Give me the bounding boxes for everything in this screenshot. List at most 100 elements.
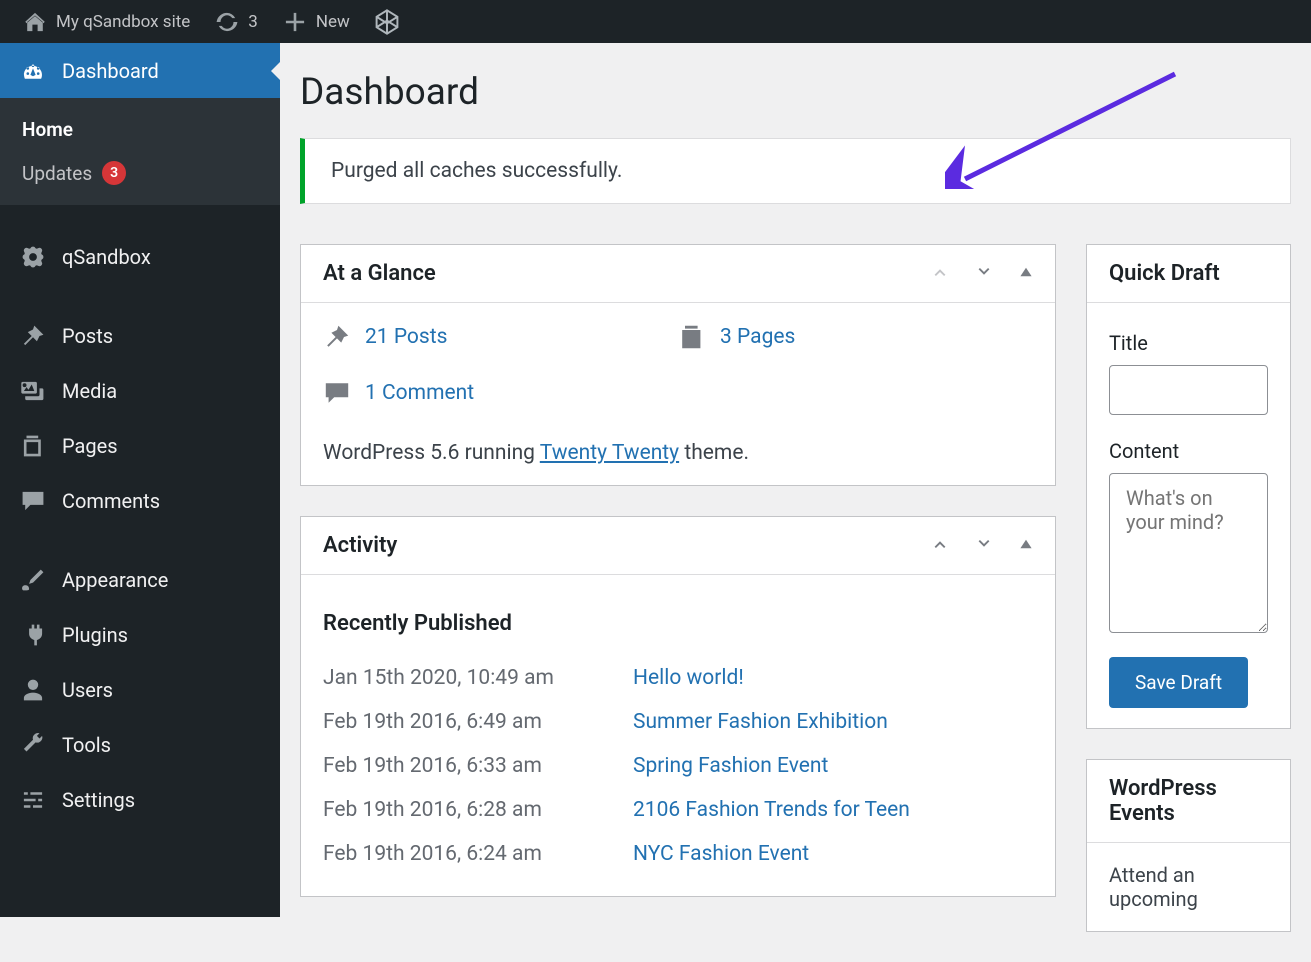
wrench-icon — [20, 732, 46, 758]
menu-label: Media — [62, 379, 117, 403]
comment-icon — [323, 379, 351, 407]
menu-settings[interactable]: Settings — [0, 772, 280, 827]
success-notice: Purged all caches successfully. — [300, 138, 1291, 204]
menu-label: Appearance — [62, 568, 168, 592]
title-label: Title — [1109, 331, 1268, 355]
activity-link[interactable]: Hello world! — [633, 666, 744, 690]
events-box: WordPress Events Attend an upcoming — [1086, 759, 1291, 932]
activity-title: Activity — [323, 533, 397, 558]
admin-toolbar: My qSandbox site 3 New — [0, 0, 1311, 43]
activity-row: Feb 19th 2016, 6:49 am Summer Fashion Exh… — [323, 700, 1033, 744]
dashboard-icon — [20, 58, 46, 84]
brush-icon — [20, 567, 46, 593]
recently-published-title: Recently Published — [323, 611, 1033, 636]
draft-title-input[interactable] — [1109, 365, 1268, 415]
cache-count: 3 — [248, 12, 258, 32]
sg-optimizer[interactable] — [362, 0, 412, 43]
menu-label: Plugins — [62, 623, 128, 647]
activity-link[interactable]: Summer Fashion Exhibition — [633, 710, 888, 734]
posts-link[interactable]: 21 Posts — [365, 325, 447, 349]
home-icon — [22, 9, 48, 35]
glance-posts: 21 Posts — [323, 323, 678, 351]
menu-appearance[interactable]: Appearance — [0, 552, 280, 607]
user-icon — [20, 677, 46, 703]
menu-label: Posts — [62, 324, 113, 348]
activity-link[interactable]: 2106 Fashion Trends for Teen — [633, 798, 910, 822]
plus-icon — [282, 9, 308, 35]
cache-refresh[interactable]: 3 — [202, 0, 270, 43]
glance-title: At a Glance — [323, 261, 436, 286]
menu-media[interactable]: Media — [0, 363, 280, 418]
sliders-icon — [20, 787, 46, 813]
pages-icon — [678, 323, 706, 351]
menu-users[interactable]: Users — [0, 662, 280, 717]
activity-link[interactable]: Spring Fashion Event — [633, 754, 828, 778]
menu-dashboard[interactable]: Dashboard — [0, 43, 280, 98]
menu-label: Users — [62, 678, 113, 702]
events-text: Attend an upcoming — [1109, 863, 1268, 911]
content-area: Dashboard Purged all caches successfully… — [280, 43, 1311, 917]
theme-link[interactable]: Twenty Twenty — [540, 441, 679, 465]
activity-row: Jan 15th 2020, 10:49 am Hello world! — [323, 656, 1033, 700]
pages-link[interactable]: 3 Pages — [720, 325, 795, 349]
activity-date: Jan 15th 2020, 10:49 am — [323, 666, 573, 690]
quick-draft-box: Quick Draft Title Content Save Draft — [1086, 244, 1291, 729]
activity-date: Feb 19th 2016, 6:24 am — [323, 842, 573, 866]
activity-row: Feb 19th 2016, 6:28 am 2106 Fashion Trend… — [323, 788, 1033, 832]
activity-date: Feb 19th 2016, 6:49 am — [323, 710, 573, 734]
activity-link[interactable]: NYC Fashion Event — [633, 842, 809, 866]
content-label: Content — [1109, 439, 1268, 463]
menu-label: Tools — [62, 733, 111, 757]
menu-plugins[interactable]: Plugins — [0, 607, 280, 662]
menu-posts[interactable]: Posts — [0, 308, 280, 363]
submenu-home[interactable]: Home — [0, 108, 280, 151]
updates-badge: 3 — [102, 161, 126, 185]
menu-comments[interactable]: Comments — [0, 473, 280, 528]
gear-icon — [20, 244, 46, 270]
refresh-icon — [214, 9, 240, 35]
events-title: WordPress Events — [1109, 776, 1268, 826]
submenu-updates[interactable]: Updates 3 — [0, 151, 280, 195]
menu-label: qSandbox — [62, 245, 151, 269]
plug-icon — [20, 622, 46, 648]
activity-row: Feb 19th 2016, 6:33 am Spring Fashion Eve… — [323, 744, 1033, 788]
quick-draft-title: Quick Draft — [1109, 261, 1220, 286]
media-icon — [20, 378, 46, 404]
menu-label: Dashboard — [62, 59, 159, 83]
menu-label: Settings — [62, 788, 135, 812]
pages-icon — [20, 433, 46, 459]
menu-qsandbox[interactable]: qSandbox — [0, 229, 280, 284]
activity-date: Feb 19th 2016, 6:33 am — [323, 754, 573, 778]
site-name: My qSandbox site — [56, 12, 190, 32]
draft-content-input[interactable] — [1109, 473, 1268, 633]
new-label: New — [316, 12, 350, 32]
menu-pages[interactable]: Pages — [0, 418, 280, 473]
activity-box: Activity Recently Published Jan 15th 202… — [300, 516, 1056, 897]
toggle-icon[interactable] — [1019, 264, 1033, 283]
sg-icon — [374, 9, 400, 35]
move-down-icon[interactable] — [975, 263, 993, 285]
move-up-icon[interactable] — [931, 263, 949, 285]
pin-icon — [323, 323, 351, 351]
activity-list: Jan 15th 2020, 10:49 am Hello world! Feb 1… — [323, 656, 1033, 876]
site-link[interactable]: My qSandbox site — [10, 0, 202, 43]
move-up-icon[interactable] — [931, 535, 949, 557]
glance-pages: 3 Pages — [678, 323, 1033, 351]
pin-icon — [20, 323, 46, 349]
submenu-dashboard: Home Updates 3 — [0, 98, 280, 205]
menu-label: Pages — [62, 434, 118, 458]
comments-link[interactable]: 1 Comment — [365, 381, 474, 405]
menu-tools[interactable]: Tools — [0, 717, 280, 772]
move-down-icon[interactable] — [975, 535, 993, 557]
save-draft-button[interactable]: Save Draft — [1109, 657, 1248, 708]
admin-sidebar: Dashboard Home Updates 3 qSandbox Posts … — [0, 43, 280, 917]
at-a-glance-box: At a Glance 21 Posts — [300, 244, 1056, 486]
menu-label: Comments — [62, 489, 160, 513]
toggle-icon[interactable] — [1019, 536, 1033, 555]
version-text: WordPress 5.6 running Twenty Twenty them… — [323, 441, 1033, 465]
new-content[interactable]: New — [270, 0, 362, 43]
comments-icon — [20, 488, 46, 514]
page-title: Dashboard — [300, 71, 1291, 114]
activity-date: Feb 19th 2016, 6:28 am — [323, 798, 573, 822]
notice-text: Purged all caches successfully. — [331, 159, 622, 183]
